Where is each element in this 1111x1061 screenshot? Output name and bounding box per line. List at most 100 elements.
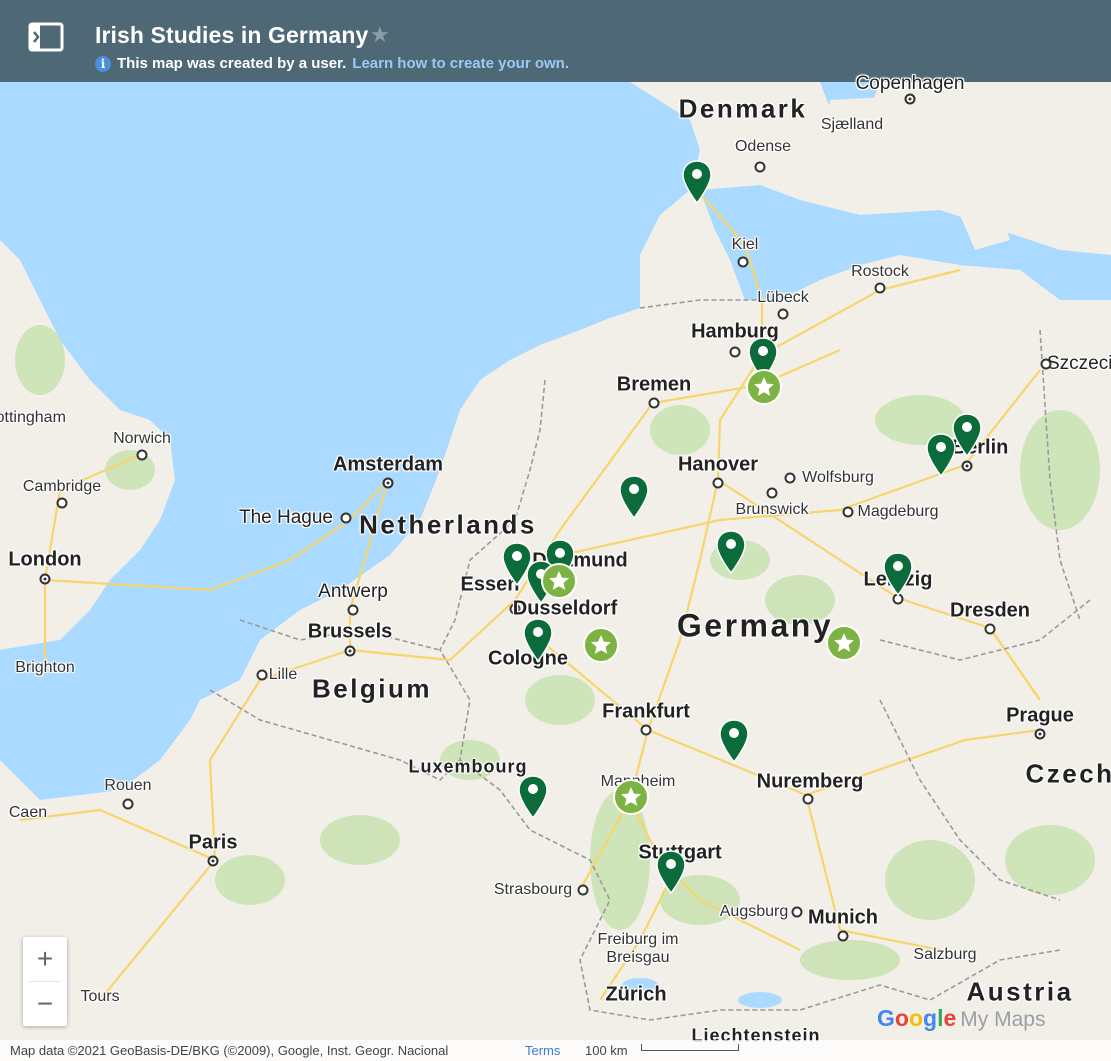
city-label-brussels: Brussels <box>307 620 393 643</box>
city-dot <box>904 93 916 105</box>
city-dot <box>961 460 973 472</box>
zoom-controls: + − <box>23 937 67 1026</box>
location-pin-icon[interactable] <box>924 432 958 478</box>
scale-bar <box>641 1044 739 1051</box>
city-dot <box>344 645 356 657</box>
sidebar-icon <box>28 22 64 52</box>
country-label-luxembourg: Luxembourg <box>408 756 528 777</box>
notice-text: This map was created by a user. <box>117 55 347 72</box>
city-label-paris: Paris <box>188 831 238 854</box>
city-dot <box>347 604 359 616</box>
city-dot <box>766 487 778 499</box>
city-label: Odense <box>734 138 792 155</box>
country-label-czech: Czech <box>1025 758 1111 789</box>
city-dot <box>784 472 796 484</box>
city-dot <box>340 512 352 524</box>
city-label: Strasbourg <box>493 881 573 898</box>
location-pin-icon[interactable] <box>680 159 714 205</box>
google-mymaps-logo: Google My Maps <box>877 1005 1046 1031</box>
map-attribution: Map data ©2021 GeoBasis-DE/BKG (©2009), … <box>10 1043 449 1058</box>
star-marker-icon[interactable] <box>540 562 578 600</box>
city-label: Szczecin <box>1046 353 1111 374</box>
city-dot <box>56 497 68 509</box>
city-label: Lille <box>268 666 298 683</box>
star-marker-icon[interactable] <box>825 624 863 662</box>
map-canvas[interactable]: Denmark Netherlands Belgium Germany Luxe… <box>0 73 1111 1061</box>
city-dot <box>754 161 766 173</box>
info-icon: i <box>95 55 111 72</box>
city-label-zurich: Zürich <box>605 983 667 1006</box>
country-label-germany: Germany <box>676 607 834 644</box>
star-marker-icon[interactable] <box>582 626 620 664</box>
city-dot <box>648 397 660 409</box>
city-label-nuremberg: Nuremberg <box>756 770 864 793</box>
city-dot <box>777 308 789 320</box>
location-pin-icon[interactable] <box>714 529 748 575</box>
map-footer: Map data ©2021 GeoBasis-DE/BKG (©2009), … <box>0 1040 1111 1061</box>
city-dot <box>207 855 219 867</box>
city-label: Antwerp <box>318 581 388 602</box>
city-label: Augsburg <box>719 903 789 920</box>
city-label: Wolfsburg <box>802 469 874 486</box>
country-label-netherlands: Netherlands <box>359 509 537 540</box>
mymaps-label: My Maps <box>960 1008 1046 1031</box>
city-dot <box>577 884 589 896</box>
city-dot <box>802 793 814 805</box>
city-label: Nottingham <box>0 409 66 426</box>
city-dot <box>837 930 849 942</box>
location-pin-icon[interactable] <box>717 718 751 764</box>
city-dot <box>842 506 854 518</box>
country-label-belgium: Belgium <box>311 673 433 704</box>
city-label-bremen: Bremen <box>616 373 692 396</box>
city-dot <box>1040 358 1052 370</box>
city-label-amsterdam: Amsterdam <box>332 453 444 476</box>
country-label-denmark: Denmark <box>678 93 808 124</box>
city-dot <box>122 798 134 810</box>
city-label: Copenhagen <box>855 73 965 94</box>
map-title: Irish Studies in Germany <box>95 22 369 48</box>
user-map-notice: i This map was created by a user. Learn … <box>95 55 569 72</box>
city-label: Caen <box>8 804 48 821</box>
location-pin-icon[interactable] <box>617 474 651 520</box>
city-dot <box>712 477 724 489</box>
location-pin-icon[interactable] <box>654 849 688 895</box>
city-dot <box>39 573 51 585</box>
city-label: Tours <box>80 988 120 1005</box>
city-label: Cambridge <box>22 478 102 495</box>
zoom-out-button[interactable]: − <box>23 982 67 1026</box>
city-label: Kiel <box>731 236 759 253</box>
city-label: Rostock <box>851 263 909 280</box>
star-icon[interactable]: ★ <box>370 22 390 48</box>
city-label-london: London <box>8 548 82 571</box>
star-marker-icon[interactable] <box>745 368 783 406</box>
scale-label: 100 km <box>585 1043 628 1058</box>
city-label: Brighton <box>15 659 75 676</box>
city-dot <box>737 256 749 268</box>
city-dot <box>984 623 996 635</box>
city-label: Freiburg im Breisgau <box>597 931 679 966</box>
city-dot <box>256 669 268 681</box>
toggle-sidebar-button[interactable] <box>26 20 66 56</box>
city-dot <box>874 282 886 294</box>
location-pin-icon[interactable] <box>521 617 555 663</box>
zoom-in-button[interactable]: + <box>23 937 67 981</box>
city-dot <box>1034 728 1046 740</box>
city-dot <box>136 449 148 461</box>
city-label-hanover: Hanover <box>677 453 759 476</box>
terms-link[interactable]: Terms <box>525 1043 560 1058</box>
star-marker-icon[interactable] <box>612 778 650 816</box>
city-label: Sjælland <box>820 116 884 133</box>
city-dot <box>382 477 394 489</box>
city-label: Brunswick <box>735 501 809 518</box>
city-dot <box>791 906 803 918</box>
city-label: Salzburg <box>913 946 977 963</box>
google-logo: G <box>877 1005 895 1031</box>
learn-more-link[interactable]: Learn how to create your own. <box>352 55 569 72</box>
city-label-frankfurt: Frankfurt <box>602 700 690 723</box>
city-label-dresden: Dresden <box>949 599 1031 622</box>
city-label: Lübeck <box>757 289 809 306</box>
location-pin-icon[interactable] <box>881 551 915 597</box>
country-label-austria: Austria <box>966 976 1074 1007</box>
location-pin-icon[interactable] <box>516 774 550 820</box>
city-dot <box>640 724 652 736</box>
